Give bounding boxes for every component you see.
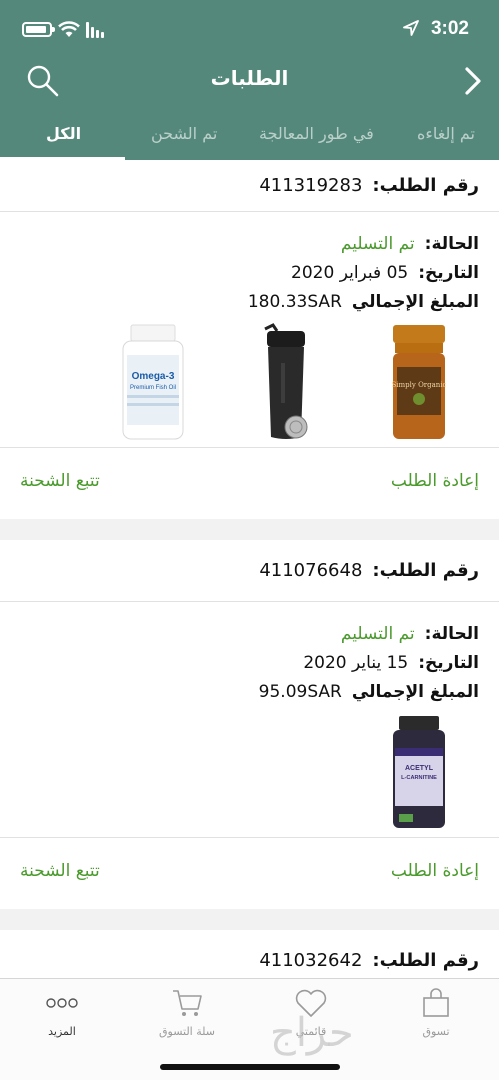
order-number-row: رقم الطلب: 411319283 — [0, 160, 499, 212]
omega-label-text: Omega-3 — [132, 371, 175, 382]
tab-processing[interactable]: في طور المعالجة — [259, 124, 374, 143]
tab-shipped[interactable]: تم الشحن — [151, 124, 217, 143]
order-card: رقم الطلب: 411076648 الحالة: تم التسليم ا… — [0, 540, 499, 909]
order-number: 411076648 — [259, 560, 363, 581]
order-card: رقم الطلب: 411032642 — [0, 930, 499, 992]
carnitine-sublabel-text: L-CARNITINE — [401, 775, 437, 781]
cart-icon — [137, 987, 237, 1019]
date-line: التاريخ: 15 يناير 2020 — [20, 649, 479, 678]
date-line: التاريخ: 05 فبراير 2020 — [20, 259, 479, 288]
order-number-label: رقم الطلب: — [372, 950, 479, 971]
tabbar-label: المزيد — [48, 1025, 76, 1038]
total-line: المبلغ الإجمالي 95.09SAR — [20, 678, 479, 707]
home-indicator[interactable] — [160, 1064, 340, 1070]
battery-icon — [22, 22, 55, 37]
status-line: الحالة: تم التسليم — [20, 230, 479, 259]
status-line: الحالة: تم التسليم — [20, 620, 479, 649]
cellular-signal-icon — [86, 22, 104, 38]
order-status: تم التسليم — [340, 234, 415, 254]
back-chevron-icon[interactable] — [461, 64, 485, 98]
order-total: 180.33SAR — [247, 292, 342, 312]
order-total: 95.09SAR — [258, 682, 342, 702]
order-card: رقم الطلب: 411319283 — [0, 160, 499, 212]
product-image-carnitine-bottle[interactable]: ACETYL L-CARNITINE — [369, 712, 469, 832]
order-number-row: رقم الطلب: 411076648 — [0, 540, 499, 602]
order-date: 15 يناير 2020 — [303, 653, 409, 673]
date-label: التاريخ: — [418, 653, 479, 673]
tab-all[interactable]: الكل — [46, 124, 81, 143]
status-time: 3:02 — [430, 18, 469, 39]
app-header: 3:02 الطلبات الكل تم الشحن في طور المعال… — [0, 0, 499, 160]
track-shipment-button[interactable]: تتبع الشحنة — [20, 861, 100, 881]
status-bar: 3:02 — [0, 0, 499, 60]
order-date: 05 فبراير 2020 — [291, 263, 409, 283]
tabbar-more[interactable]: المزيد — [12, 987, 112, 1038]
status-label: الحالة: — [424, 624, 479, 644]
track-shipment-button[interactable]: تتبع الشحنة — [20, 471, 100, 491]
order-status: تم التسليم — [340, 624, 415, 644]
product-thumbnails: Simply Organic Omega-3 Premium Fish Oil — [0, 317, 499, 447]
order-card: الحالة: تم التسليم التاريخ: 05 فبراير 2020… — [0, 212, 499, 519]
carnitine-label-text: ACETYL — [405, 765, 434, 772]
order-number: 411319283 — [259, 175, 363, 196]
order-filter-tabs: الكل تم الشحن في طور المعالجة تم إلغاءه — [0, 112, 499, 160]
total-label: المبلغ الإجمالي — [351, 682, 479, 702]
order-actions: إعادة الطلب تتبع الشحنة — [0, 447, 499, 513]
status-label: الحالة: — [424, 234, 479, 254]
product-image-omega3-bottle[interactable]: Omega-3 Premium Fish Oil — [103, 322, 203, 442]
product-image-spice-jar[interactable]: Simply Organic — [369, 322, 469, 442]
tab-cancelled[interactable]: تم إلغاءه — [417, 124, 475, 143]
omega-sublabel-text: Premium Fish Oil — [130, 385, 176, 391]
total-label: المبلغ الإجمالي — [351, 292, 479, 312]
product-thumbnails: ACETYL L-CARNITINE — [0, 707, 499, 837]
reorder-button[interactable]: إعادة الطلب — [391, 471, 479, 491]
reorder-button[interactable]: إعادة الطلب — [391, 861, 479, 881]
date-label: التاريخ: — [418, 263, 479, 283]
order-actions: إعادة الطلب تتبع الشحنة — [0, 837, 499, 903]
tabbar-label: تسوق — [422, 1025, 450, 1038]
product-image-shaker-bottle[interactable] — [236, 322, 336, 442]
total-line: المبلغ الإجمالي 180.33SAR — [20, 288, 479, 317]
watermark-logo: حراج — [270, 1010, 354, 1056]
order-details: الحالة:تم التسليم التاريخ:15 يناير 2020 … — [0, 602, 499, 707]
tabbar-label: سلة التسوق — [158, 1025, 215, 1038]
bag-icon — [386, 987, 486, 1019]
more-icon — [12, 987, 112, 1019]
order-details: الحالة: تم التسليم التاريخ: 05 فبراير 2020… — [0, 212, 499, 317]
tabbar-cart[interactable]: سلة التسوق — [137, 987, 237, 1038]
wifi-icon — [58, 21, 80, 37]
order-number-label: رقم الطلب: — [372, 175, 479, 196]
page-title: الطلبات — [210, 66, 289, 90]
order-number: 411032642 — [259, 950, 363, 971]
location-arrow-icon — [403, 20, 419, 36]
tabbar-shop[interactable]: تسوق — [386, 987, 486, 1038]
order-number-label: رقم الطلب: — [372, 560, 479, 581]
spice-label-text: Simply Organic — [392, 381, 447, 389]
